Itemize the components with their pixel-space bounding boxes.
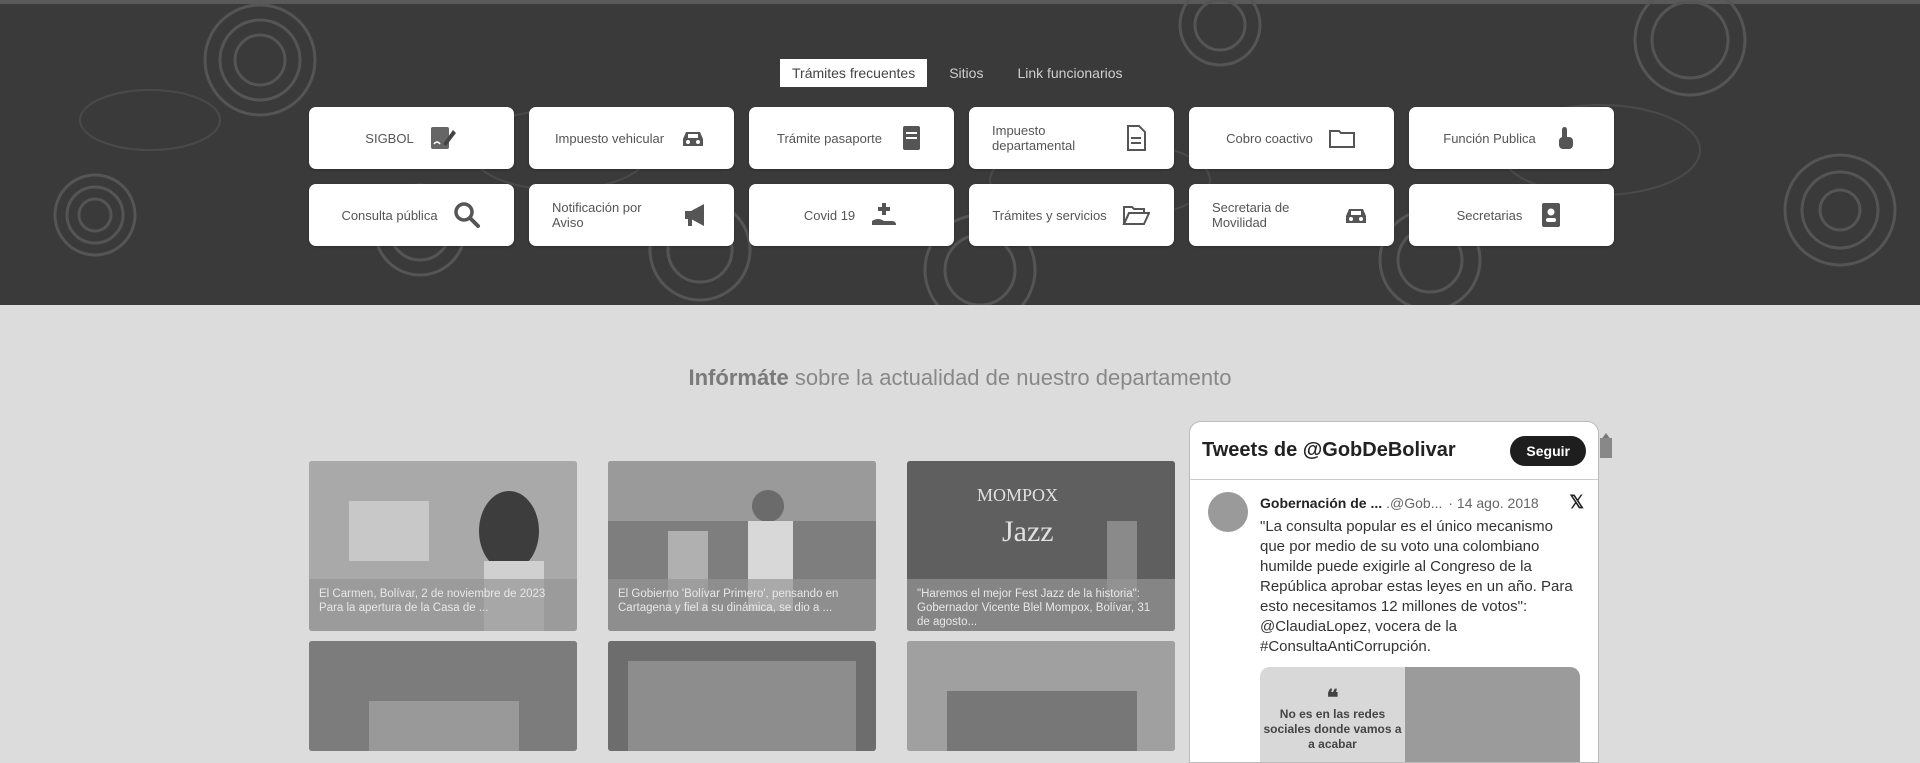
news-image xyxy=(907,641,1175,751)
passport-book-icon xyxy=(896,123,926,153)
service-label: Impuesto departamental xyxy=(992,123,1076,153)
avatar[interactable] xyxy=(1208,492,1248,532)
news-card[interactable]: MOMPOX Jazz "Haremos el mejor Fest Jazz d… xyxy=(907,461,1175,631)
service-label: Secretaria de Movilidad xyxy=(1212,200,1290,230)
twitter-title: Tweets de @GobDeBolivar xyxy=(1202,439,1456,461)
headline-rest: sobre la actualidad de nuestro departame… xyxy=(788,365,1232,390)
tweet-item[interactable]: Gobernación de ... .@Gob... · 14 ago. 20… xyxy=(1190,480,1598,762)
folder-icon xyxy=(1327,123,1357,153)
hand-plus-icon xyxy=(869,200,899,230)
service-card-consulta-publica[interactable]: Consulta pública xyxy=(309,184,514,246)
service-label: Cobro coactivo xyxy=(1226,130,1313,146)
news-card[interactable]: El Carmen, Bolívar, 2 de noviembre de 20… xyxy=(309,461,577,631)
service-card-sigbol[interactable]: SIGBOL xyxy=(309,107,514,169)
tab-sitios[interactable]: Sitios xyxy=(937,59,995,87)
service-card-tramites-servicios[interactable]: Trámites y servicios xyxy=(969,184,1174,246)
service-card-cobro-coactivo[interactable]: Cobro coactivo xyxy=(1189,107,1394,169)
tab-tramites-frecuentes[interactable]: Trámites frecuentes xyxy=(780,59,928,87)
document-icon xyxy=(1121,123,1151,153)
svg-text:MOMPOX: MOMPOX xyxy=(977,485,1058,505)
car-icon xyxy=(1341,200,1371,230)
service-card-notificacion-aviso[interactable]: Notificación por Aviso xyxy=(529,184,734,246)
service-card-impuesto-departamental[interactable]: Impuesto departamental xyxy=(969,107,1174,169)
news-caption: "Haremos el mejor Fest Jazz de la histor… xyxy=(907,579,1175,631)
tweet-media-quote-text: No es en las redes sociales donde vamos … xyxy=(1263,707,1402,751)
news-image xyxy=(608,641,876,751)
service-label: Covid 19 xyxy=(803,207,856,223)
service-card-covid-19[interactable]: Covid 19 xyxy=(749,184,954,246)
service-card-tramite-pasaporte[interactable]: Trámite pasaporte xyxy=(749,107,954,169)
service-label: SIGBOL xyxy=(365,130,414,146)
tweet-text: "La consulta popular es el único mecanis… xyxy=(1260,518,1573,655)
signature-icon xyxy=(428,123,458,153)
twitter-timeline-widget[interactable]: Tweets de @GobDeBolivar Seguir Gobernaci… xyxy=(1189,421,1599,763)
x-logo-icon[interactable]: 𝕏 xyxy=(1569,492,1584,513)
news-card[interactable] xyxy=(309,641,577,751)
service-card-impuesto-vehicular[interactable]: Impuesto vehicular xyxy=(529,107,734,169)
service-label: Consulta pública xyxy=(341,207,438,223)
megaphone-icon xyxy=(681,200,711,230)
news-image xyxy=(309,641,577,751)
service-card-secretaria-movilidad[interactable]: Secretaria de Movilidad xyxy=(1189,184,1394,246)
service-label: Trámites y servicios xyxy=(992,207,1107,223)
hero-banner: Trámites frecuentes Sitios Link funciona… xyxy=(0,0,1920,305)
news-caption: El Carmen, Bolívar, 2 de noviembre de 20… xyxy=(309,579,577,631)
folder-open-icon xyxy=(1121,200,1151,230)
tab-link-funcionarios[interactable]: Link funcionarios xyxy=(1005,59,1134,87)
service-card-funcion-publica[interactable]: Función Publica xyxy=(1409,107,1614,169)
service-label: Trámite pasaporte xyxy=(776,130,882,146)
news-card[interactable] xyxy=(907,641,1175,751)
headline-bold: Infórmáte xyxy=(688,365,789,390)
news-grid: El Carmen, Bolívar, 2 de noviembre de 20… xyxy=(309,461,1175,751)
service-label: Notificación por Aviso xyxy=(552,200,642,230)
service-label: Función Publica xyxy=(1443,130,1536,146)
tweet-author[interactable]: Gobernación de ... xyxy=(1260,495,1382,511)
search-icon xyxy=(452,200,482,230)
news-card[interactable] xyxy=(608,641,876,751)
service-label: Secretarias xyxy=(1456,207,1523,223)
news-card[interactable]: El Gobierno 'Bolívar Primero', pensando … xyxy=(608,461,876,631)
news-caption: El Gobierno 'Bolívar Primero', pensando … xyxy=(608,579,876,631)
hand-pointer-icon xyxy=(1550,123,1580,153)
scroll-thumb[interactable] xyxy=(1600,438,1612,458)
service-label: Impuesto vehicular xyxy=(554,130,665,146)
id-badge-icon xyxy=(1536,200,1566,230)
tweet-date[interactable]: · 14 ago. 2018 xyxy=(1448,495,1538,511)
services-tabs: Trámites frecuentes Sitios Link funciona… xyxy=(780,59,1145,87)
news-headline: Infórmáte sobre la actualidad de nuestro… xyxy=(0,365,1920,391)
car-icon xyxy=(678,123,708,153)
svg-text:Jazz: Jazz xyxy=(1002,515,1054,548)
quote-mark-icon: ❝ xyxy=(1326,685,1339,710)
tweet-meta: Gobernación de ... .@Gob... · 14 ago. 20… xyxy=(1260,492,1584,513)
follow-button[interactable]: Seguir xyxy=(1510,435,1586,466)
tweet-handle: .@Gob... xyxy=(1386,494,1443,511)
service-card-secretarias[interactable]: Secretarias xyxy=(1409,184,1614,246)
services-grid: SIGBOL Impuesto vehicular Trámite pasapo… xyxy=(309,107,1614,246)
twitter-header: Tweets de @GobDeBolivar Seguir xyxy=(1190,422,1598,480)
